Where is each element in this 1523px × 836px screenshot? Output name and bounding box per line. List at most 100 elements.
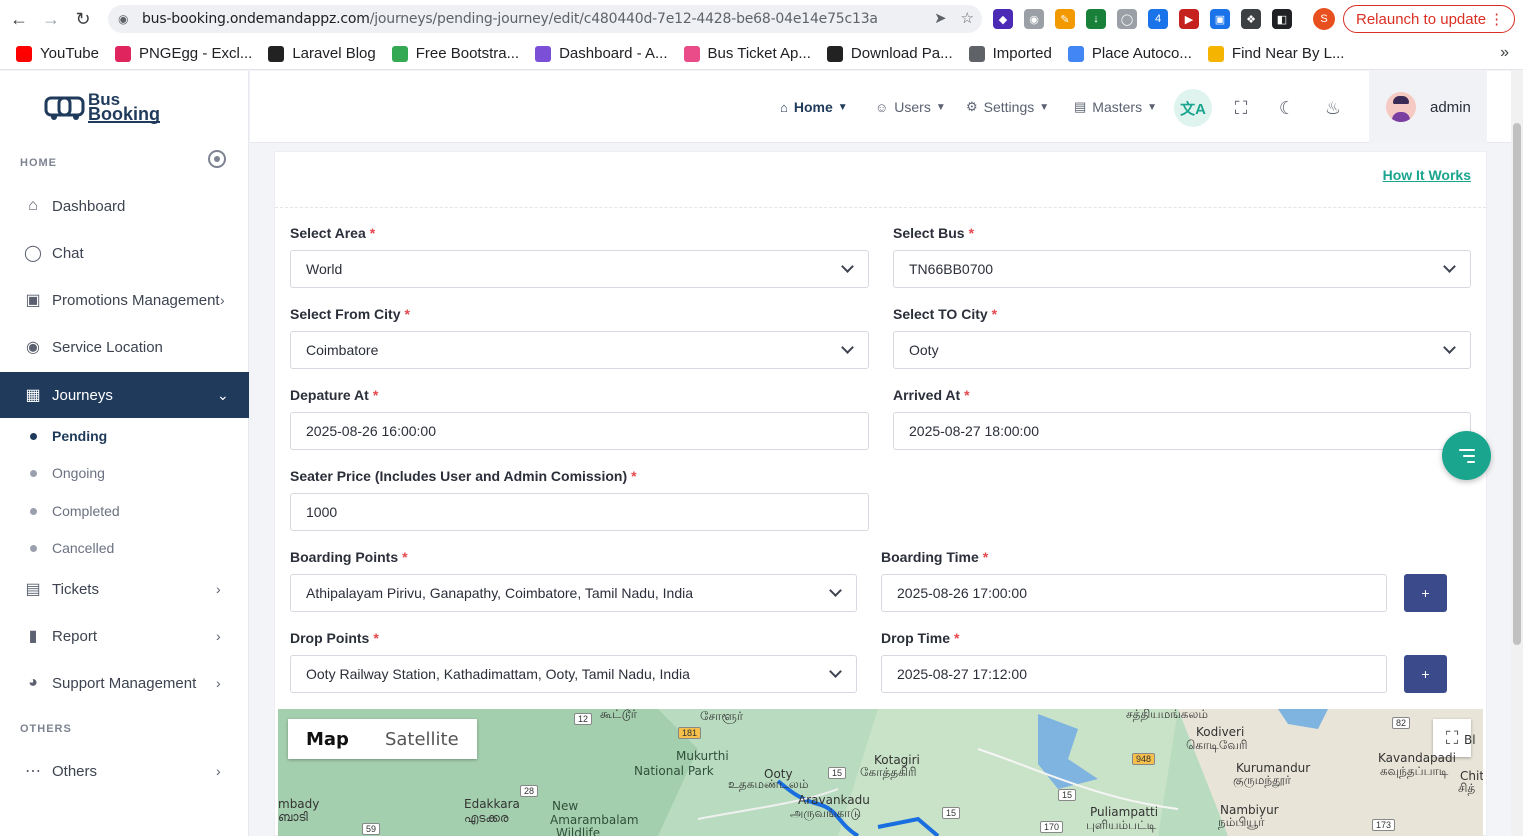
video-icon[interactable]: ▶ [1179, 9, 1199, 29]
bookmarks-overflow-icon[interactable]: » [1500, 44, 1509, 62]
sidebar-sub-ongoing[interactable]: Ongoing [0, 455, 249, 491]
page-scrollbar[interactable] [1511, 71, 1523, 836]
user-menu[interactable]: admin [1369, 71, 1487, 143]
nav-users[interactable]: ☺ Users ▼ [875, 99, 946, 115]
scrollbar-thumb[interactable] [1513, 123, 1521, 645]
reload-icon[interactable]: ↻ [70, 6, 96, 32]
sidebar-sub-pending[interactable]: Pending [0, 418, 249, 454]
relaunch-button[interactable]: Relaunch to update ⋮ [1343, 5, 1516, 33]
boarding-time-input[interactable]: 2025-08-26 17:00:00 [881, 574, 1387, 612]
sidebar-item-tickets[interactable]: ▤ Tickets › [0, 566, 249, 612]
area-select[interactable]: World [290, 250, 869, 288]
bookmark-item[interactable]: Bus Ticket Ap... [683, 45, 811, 62]
gear-icon: ⚙ [966, 99, 978, 114]
sidebar-toggle-icon[interactable] [208, 150, 226, 168]
bookmark-item[interactable]: Download Pa... [826, 45, 953, 62]
map-label: Amarambalam [550, 813, 639, 827]
site-info-icon[interactable]: ◉ [118, 12, 132, 26]
add-drop-point-button[interactable]: + [1404, 655, 1447, 693]
drop-points-select[interactable]: Ooty Railway Station, Kathadimattam, Oot… [290, 655, 857, 693]
forward-icon[interactable]: → [38, 6, 64, 32]
sidebar-sub-completed[interactable]: Completed [0, 493, 249, 529]
bookmark-item[interactable]: Place Autoco... [1067, 45, 1192, 62]
route-map[interactable]: Map Satellite ⛶ Mukurthi National Park O… [278, 709, 1483, 836]
bookmark-item[interactable]: Find Near By L... [1207, 45, 1344, 62]
translate-icon[interactable]: 文A [1174, 89, 1212, 127]
logo[interactable]: Bus Booking [44, 91, 160, 123]
map-pin-icon: ◉ [26, 339, 40, 356]
download-icon[interactable]: ↓ [1086, 9, 1106, 29]
road-badge: 59 [362, 823, 381, 835]
sidebar-item-journeys[interactable]: ▦ Journeys ⌄ [0, 372, 249, 418]
chevron-right-icon: › [220, 292, 225, 308]
browser-toolbar: ← → ↻ ◉ bus-booking.ondemandappz.com/jou… [0, 0, 1523, 38]
dark-mode-moon-icon[interactable]: ☾ [1276, 97, 1298, 119]
card-header: How It Works [275, 152, 1486, 208]
bell-icon[interactable]: ♨ [1322, 97, 1344, 119]
menu-dots-icon[interactable]: ⋮ [1489, 10, 1504, 28]
color-picker-icon[interactable]: ✎ [1055, 9, 1075, 29]
arrival-input[interactable]: 2025-08-27 18:00:00 [893, 412, 1471, 450]
map-label: Puliampatti [1090, 805, 1159, 819]
to-city-select[interactable]: Ooty [893, 331, 1471, 369]
bookmark-item[interactable]: Free Bootstra... [391, 45, 519, 62]
sidebar-item-support[interactable]: ◕ Support Management › [0, 660, 249, 706]
sidebar-item-promotions[interactable]: ▣ Promotions Management › [0, 277, 249, 323]
map-label: உதகமண்டலம் [728, 777, 809, 791]
add-boarding-point-button[interactable]: + [1404, 574, 1447, 612]
chevron-down-icon: ▼ [935, 101, 946, 113]
camera-icon[interactable]: ◉ [1024, 9, 1044, 29]
share-icon[interactable]: ➤ [934, 9, 947, 27]
bookmark-item[interactable]: Dashboard - A... [535, 45, 668, 62]
from-city-select[interactable]: Coimbatore [290, 331, 869, 369]
side-panel-icon[interactable]: ◧ [1272, 9, 1292, 29]
bookmark-item[interactable]: Laravel Blog [268, 45, 376, 62]
bookmark-item[interactable]: Imported [968, 45, 1052, 62]
map-label: Kavandapadi [1378, 751, 1456, 765]
sidebar-item-others[interactable]: ⋯ Others › [0, 748, 249, 794]
bookmark-item[interactable]: YouTube [16, 45, 99, 62]
how-it-works-link[interactable]: How It Works [1383, 167, 1471, 183]
url-text[interactable]: bus-booking.ondemandappz.com/journeys/pe… [142, 11, 878, 27]
extension-purple-icon[interactable]: ◆ [993, 9, 1013, 29]
boarding-points-select[interactable]: Athipalayam Pirivu, Ganapathy, Coimbator… [290, 574, 857, 612]
bookmark-favicon-icon [968, 45, 985, 62]
puzzle-icon[interactable]: ❖ [1241, 9, 1261, 29]
chevron-down-icon [841, 260, 854, 273]
map-tab-map[interactable]: Map [288, 719, 367, 759]
map-label: கூட்டூர் [600, 709, 637, 721]
extension-badge-icon[interactable]: 4 [1148, 9, 1168, 29]
profile-avatar[interactable]: S [1313, 8, 1335, 30]
user-name: admin [1430, 98, 1471, 116]
bookmark-star-icon[interactable]: ☆ [961, 9, 974, 27]
map-label: சத்தியமங்கலம் [1126, 709, 1209, 721]
map-label: Wildlife [556, 826, 601, 836]
floating-menu-button[interactable] [1442, 431, 1491, 480]
chevron-right-icon: › [216, 628, 221, 644]
globe-icon[interactable]: ◯ [1117, 9, 1137, 29]
home-icon: ⌂ [780, 99, 788, 115]
sidebar-item-report[interactable]: ▮ Report › [0, 613, 249, 659]
road-badge: 15 [828, 767, 847, 779]
from-city-label: Select From City * [290, 306, 410, 322]
sidebar-sub-cancelled[interactable]: Cancelled [0, 530, 249, 566]
sidebar-item-chat[interactable]: ◯ Chat [0, 230, 249, 276]
nav-settings[interactable]: ⚙ Settings ▼ [966, 99, 1049, 115]
sidebar-item-dashboard[interactable]: ⌂ Dashboard [0, 183, 249, 229]
map-label: கவுந்தப்பாடி [1380, 764, 1449, 778]
seater-price-input[interactable]: 1000 [290, 493, 869, 531]
nav-home[interactable]: ⌂ Home ▼ [780, 99, 848, 115]
departure-input[interactable]: 2025-08-26 16:00:00 [290, 412, 869, 450]
map-tab-satellite[interactable]: Satellite [367, 719, 477, 759]
bookmark-item[interactable]: PNGEgg - Excl... [114, 45, 252, 62]
sidebar-item-service-location[interactable]: ◉ Service Location [0, 324, 249, 370]
nav-masters[interactable]: ▤ Masters ▼ [1074, 99, 1157, 115]
bus-select[interactable]: TN66BB0700 [893, 250, 1471, 288]
chevron-down-icon: ▼ [837, 101, 848, 113]
back-icon[interactable]: ← [6, 6, 32, 32]
fullscreen-icon[interactable]: ⛶ [1230, 97, 1252, 119]
drop-time-input[interactable]: 2025-08-27 17:12:00 [881, 655, 1387, 693]
address-bar[interactable]: ◉ bus-booking.ondemandappz.com/journeys/… [108, 5, 982, 33]
more-icon: ⋯ [25, 763, 41, 780]
screen-capture-icon[interactable]: ▣ [1210, 9, 1230, 29]
